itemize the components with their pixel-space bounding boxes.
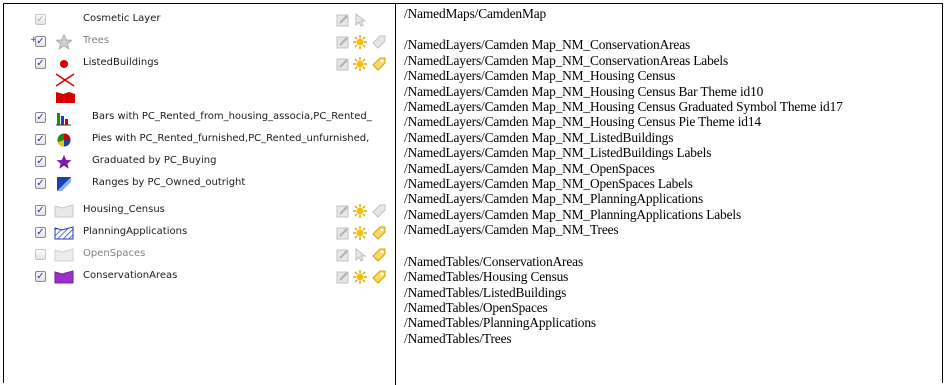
layer-label: Bars with PC_Rented_from_housing_associa… xyxy=(92,111,372,122)
named-layer-path: /NamedLayers/Camden Map_NM_OpenSpaces La… xyxy=(404,176,693,192)
layer-row-bar-theme[interactable]: ✓ Bars with PC_Rented_from_housing_assoc… xyxy=(4,107,394,129)
named-table-path: /NamedTables/ListedBuildings xyxy=(404,284,567,300)
named-layer-path: /NamedLayers/Camden Map_NM_Housing Censu… xyxy=(404,68,676,84)
layer-label: Graduated by PC_Buying xyxy=(92,155,217,166)
label-sun-icon[interactable] xyxy=(352,203,368,219)
label-tag-icon[interactable] xyxy=(371,247,387,263)
edit-icon[interactable] xyxy=(335,247,351,263)
layer-visibility-checkbox[interactable]: ✓ xyxy=(35,227,46,238)
named-layer-path: /NamedLayers/Camden Map_NM_ConservationA… xyxy=(404,37,691,53)
label-sun-icon[interactable] xyxy=(352,56,368,72)
layer-tools xyxy=(335,247,391,263)
named-layer-path: /NamedLayers/Camden Map_NM_Housing Censu… xyxy=(404,83,764,99)
edit-icon[interactable] xyxy=(335,269,351,285)
named-layer-path: /NamedLayers/Camden Map_NM_ListedBuildin… xyxy=(404,145,712,161)
named-layer-path: /NamedLayers/Camden Map_NM_ConservationA… xyxy=(404,52,729,68)
layer-visibility-checkbox[interactable]: ✓ xyxy=(35,14,46,25)
layer-label: Housing_Census xyxy=(83,204,165,215)
label-sun-icon[interactable] xyxy=(352,269,368,285)
layer-row-cosmetic[interactable]: ✓ Cosmetic Layer xyxy=(4,9,394,31)
label-tag-icon[interactable] xyxy=(371,269,387,285)
layer-visibility-checkbox[interactable]: ✓ xyxy=(35,205,46,216)
edit-icon[interactable] xyxy=(335,225,351,241)
layer-label: Trees xyxy=(83,35,110,46)
layer-row-housing-census[interactable]: ✓ Housing_Census xyxy=(4,200,394,222)
hatched-region-icon xyxy=(54,226,74,240)
layer-label: Pies with PC_Rented_furnished,PC_Rented_… xyxy=(92,133,370,144)
ranges-icon xyxy=(57,177,71,191)
named-table-path: /NamedTables/Housing Census xyxy=(404,269,569,285)
layer-tools xyxy=(335,269,391,285)
region-icon xyxy=(54,204,74,218)
label-tag-icon[interactable] xyxy=(371,34,387,50)
edit-icon[interactable] xyxy=(335,12,351,28)
layer-tools xyxy=(335,225,391,241)
label-sun-icon[interactable] xyxy=(352,225,368,241)
named-layer-path: /NamedLayers/Camden Map_NM_Housing Censu… xyxy=(404,114,761,130)
named-table-path: /NamedTables/PlanningApplications xyxy=(404,315,596,331)
pane-divider xyxy=(395,3,396,385)
cross-symbol-icon xyxy=(55,73,75,87)
layer-tools xyxy=(335,12,391,28)
layer-visibility-checkbox[interactable]: ✓ xyxy=(35,112,46,123)
layer-tools xyxy=(335,56,391,72)
edit-icon[interactable] xyxy=(335,56,351,72)
purple-region-icon xyxy=(54,270,74,284)
layer-row-trees[interactable]: + ✓ Trees xyxy=(4,31,394,53)
named-layer-path: /NamedLayers/Camden Map_NM_PlanningAppli… xyxy=(404,191,704,207)
named-table-path: /NamedTables/OpenSpaces xyxy=(404,299,548,315)
layer-visibility-checkbox[interactable]: ✓ xyxy=(35,58,46,69)
star-icon xyxy=(55,34,73,50)
layer-visibility-checkbox[interactable]: ✓ xyxy=(35,178,46,189)
layer-tools xyxy=(335,203,391,219)
layer-label: Ranges by PC_Owned_outright xyxy=(92,177,246,188)
graduated-star-icon xyxy=(56,155,72,169)
layer-label: ConservationAreas xyxy=(83,270,178,281)
layer-row-graduated-theme[interactable]: ✓ Graduated by PC_Buying xyxy=(4,151,394,173)
named-resources-list: /NamedMaps/CamdenMap /NamedLayers/Camden… xyxy=(404,6,939,346)
layer-visibility-checkbox[interactable]: ✓ xyxy=(35,36,46,47)
pie-chart-icon xyxy=(57,133,71,147)
layer-visibility-checkbox[interactable]: ✓ xyxy=(35,271,46,282)
label-tag-icon[interactable] xyxy=(371,56,387,72)
layer-visibility-checkbox[interactable] xyxy=(35,249,46,260)
named-layer-path: /NamedLayers/Camden Map_NM_PlanningAppli… xyxy=(404,206,742,222)
layer-label: ListedBuildings xyxy=(83,57,159,68)
layer-label: PlanningApplications xyxy=(83,226,188,237)
red-dot-icon xyxy=(60,60,68,68)
layer-row-ranges-theme[interactable]: ✓ Ranges by PC_Owned_outright xyxy=(4,173,394,195)
layer-control-panel: ✓ Cosmetic Layer + ✓ Trees ✓ ListedBuild… xyxy=(4,4,394,384)
edit-icon[interactable] xyxy=(335,34,351,50)
named-map-path: /NamedMaps/CamdenMap xyxy=(404,6,547,21)
layer-label: OpenSpaces xyxy=(83,248,146,259)
edit-icon[interactable] xyxy=(335,203,351,219)
label-tag-icon[interactable] xyxy=(371,203,387,219)
label-tag-icon[interactable] xyxy=(371,225,387,241)
layer-visibility-checkbox[interactable]: ✓ xyxy=(35,156,46,167)
label-sun-icon[interactable] xyxy=(352,34,368,50)
layer-row-listedbuildings[interactable]: ✓ ListedBuildings xyxy=(4,53,394,75)
layer-row-conservationareas[interactable]: ✓ ConservationAreas xyxy=(4,266,394,288)
named-table-path: /NamedTables/Trees xyxy=(404,330,512,346)
bar-chart-icon xyxy=(56,113,71,126)
layer-visibility-checkbox[interactable]: ✓ xyxy=(35,134,46,145)
selectable-icon[interactable] xyxy=(352,12,368,28)
red-flag-icon xyxy=(56,92,75,103)
layer-row-pie-theme[interactable]: ✓ Pies with PC_Rented_furnished,PC_Rente… xyxy=(4,129,394,151)
named-layer-path: /NamedLayers/Camden Map_NM_Housing Censu… xyxy=(404,99,843,115)
named-layer-path: /NamedLayers/Camden Map_NM_ListedBuildin… xyxy=(404,129,674,145)
named-layer-path: /NamedLayers/Camden Map_NM_Trees xyxy=(404,222,619,238)
selectable-icon[interactable] xyxy=(352,247,368,263)
named-table-path: /NamedTables/ConservationAreas xyxy=(404,253,583,269)
layer-tools xyxy=(335,34,391,50)
layer-label: Cosmetic Layer xyxy=(83,13,161,24)
region-icon xyxy=(54,248,74,262)
layer-row-openspaces[interactable]: OpenSpaces xyxy=(4,244,394,266)
layer-row-planningapplications[interactable]: ✓ PlanningApplications xyxy=(4,222,394,244)
named-layer-path: /NamedLayers/Camden Map_NM_OpenSpaces xyxy=(404,160,655,176)
